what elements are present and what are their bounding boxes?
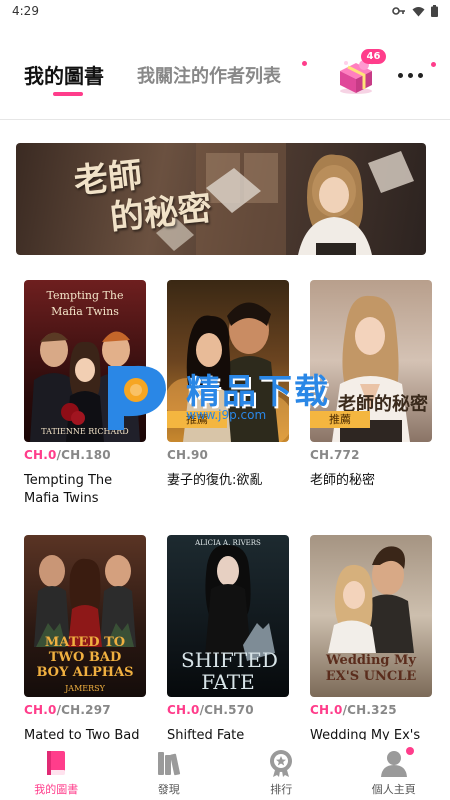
- chapter-progress: CH.0/CH.297: [24, 703, 146, 719]
- cover-author: JAMERSY: [65, 684, 105, 693]
- book-cover[interactable]: 老師的秘密 推薦: [310, 280, 432, 442]
- chapter-progress: CH.772: [310, 448, 432, 464]
- cover-title: SHIFTED FATE: [181, 648, 278, 694]
- more-dot-icon: [398, 72, 403, 78]
- header-divider: [0, 119, 450, 120]
- recommended-tag: 推薦: [310, 411, 370, 428]
- cover-author: TATIENNE RICHARD: [41, 427, 129, 436]
- nav-profile[interactable]: 個人主頁: [338, 740, 450, 800]
- battery-icon: [431, 5, 438, 17]
- wifi-icon: [412, 6, 425, 16]
- tab-my-books[interactable]: 我的圖書: [24, 60, 104, 89]
- nav-discover[interactable]: 發現: [113, 740, 226, 800]
- nav-label: 排行: [270, 783, 293, 796]
- book-cover[interactable]: 推薦: [167, 280, 289, 442]
- banner-title: 老師 的秘密: [72, 148, 214, 242]
- book-title[interactable]: Tempting The Mafia Twins: [24, 472, 146, 508]
- book-cover[interactable]: Tempting The Mafia Twins TATIENNE RICHAR…: [24, 280, 146, 442]
- current-chapter: CH.0: [24, 703, 57, 717]
- active-tab-indicator: [53, 92, 83, 96]
- total-chapters: /CH.297: [56, 703, 111, 717]
- current-chapter: CH.0: [310, 703, 343, 717]
- status-icons: [392, 5, 438, 17]
- medal-icon: [270, 750, 293, 777]
- book-card[interactable]: Wedding My EX'S UNCLE CH.0/CH.325 Weddin…: [310, 535, 432, 745]
- status-time: 4:29: [12, 4, 39, 18]
- book-card[interactable]: 老師的秘密 推薦 CH.772 老師的秘密: [310, 280, 432, 490]
- total-chapters: /CH.325: [342, 703, 397, 717]
- more-options-button[interactable]: [398, 70, 428, 80]
- nav-label: 我的圖書: [34, 783, 79, 796]
- total-chapters: /CH.570: [199, 703, 254, 717]
- bookshelf-icon: [157, 752, 180, 776]
- nav-label: 發現: [157, 783, 180, 796]
- cover-title: Tempting The Mafia Twins: [46, 289, 124, 318]
- chapter-progress: CH.0/CH.325: [310, 703, 432, 719]
- nav-my-books[interactable]: 我的圖書: [0, 740, 113, 800]
- recommended-tag: 推薦: [167, 411, 227, 428]
- book-cover[interactable]: ALICIA A. RIVERS SHIFTED FATE: [167, 535, 289, 697]
- book-title[interactable]: 妻子的復仇:欲亂: [167, 472, 289, 490]
- bottom-nav: 我的圖書 發現 排行 個人主頁: [0, 740, 450, 800]
- current-chapter: CH.0: [24, 448, 57, 462]
- header: 我的圖書 我關注的作者列表 46: [0, 48, 450, 108]
- profile-notification-dot: [405, 747, 414, 755]
- cover-title: Wedding My EX'S UNCLE: [325, 653, 417, 684]
- nav-label: 個人主頁: [371, 783, 416, 796]
- tab-notification-dot: [302, 61, 307, 66]
- book-icon: [47, 751, 66, 775]
- chapter-progress: CH.0/CH.180: [24, 448, 146, 464]
- promo-banner[interactable]: 老師 的秘密: [16, 143, 426, 255]
- vpn-key-icon: [392, 7, 405, 15]
- status-bar: 4:29: [0, 0, 450, 22]
- book-card[interactable]: MATED TO TWO BAD BOY ALPHAS JAMERSY CH.0…: [24, 535, 146, 745]
- cover-title: MATED TO TWO BAD BOY ALPHAS: [36, 635, 134, 680]
- chapter-progress: CH.90: [167, 448, 289, 464]
- more-dot-icon: [418, 72, 423, 78]
- book-card[interactable]: 推薦 CH.90 妻子的復仇:欲亂: [167, 280, 289, 490]
- gift-count-badge: 46: [361, 49, 386, 64]
- current-chapter: CH.772: [310, 448, 360, 462]
- total-chapters: /CH.180: [56, 448, 111, 462]
- book-card[interactable]: Tempting The Mafia Twins TATIENNE RICHAR…: [24, 280, 146, 508]
- chapter-progress: CH.0/CH.570: [167, 703, 289, 719]
- book-card[interactable]: ALICIA A. RIVERS SHIFTED FATE CH.0/CH.57…: [167, 535, 289, 745]
- cover-author: ALICIA A. RIVERS: [195, 539, 261, 547]
- book-cover[interactable]: MATED TO TWO BAD BOY ALPHAS JAMERSY: [24, 535, 146, 697]
- more-dot-icon: [408, 72, 413, 78]
- current-chapter: CH.90: [167, 448, 209, 462]
- current-chapter: CH.0: [167, 703, 200, 717]
- book-title[interactable]: 老師的秘密: [310, 472, 432, 490]
- tab-followed-authors[interactable]: 我關注的作者列表: [137, 62, 281, 88]
- more-notification-dot: [431, 62, 436, 67]
- person-icon: [380, 751, 407, 777]
- book-cover[interactable]: Wedding My EX'S UNCLE: [310, 535, 432, 697]
- nav-ranking[interactable]: 排行: [225, 740, 338, 800]
